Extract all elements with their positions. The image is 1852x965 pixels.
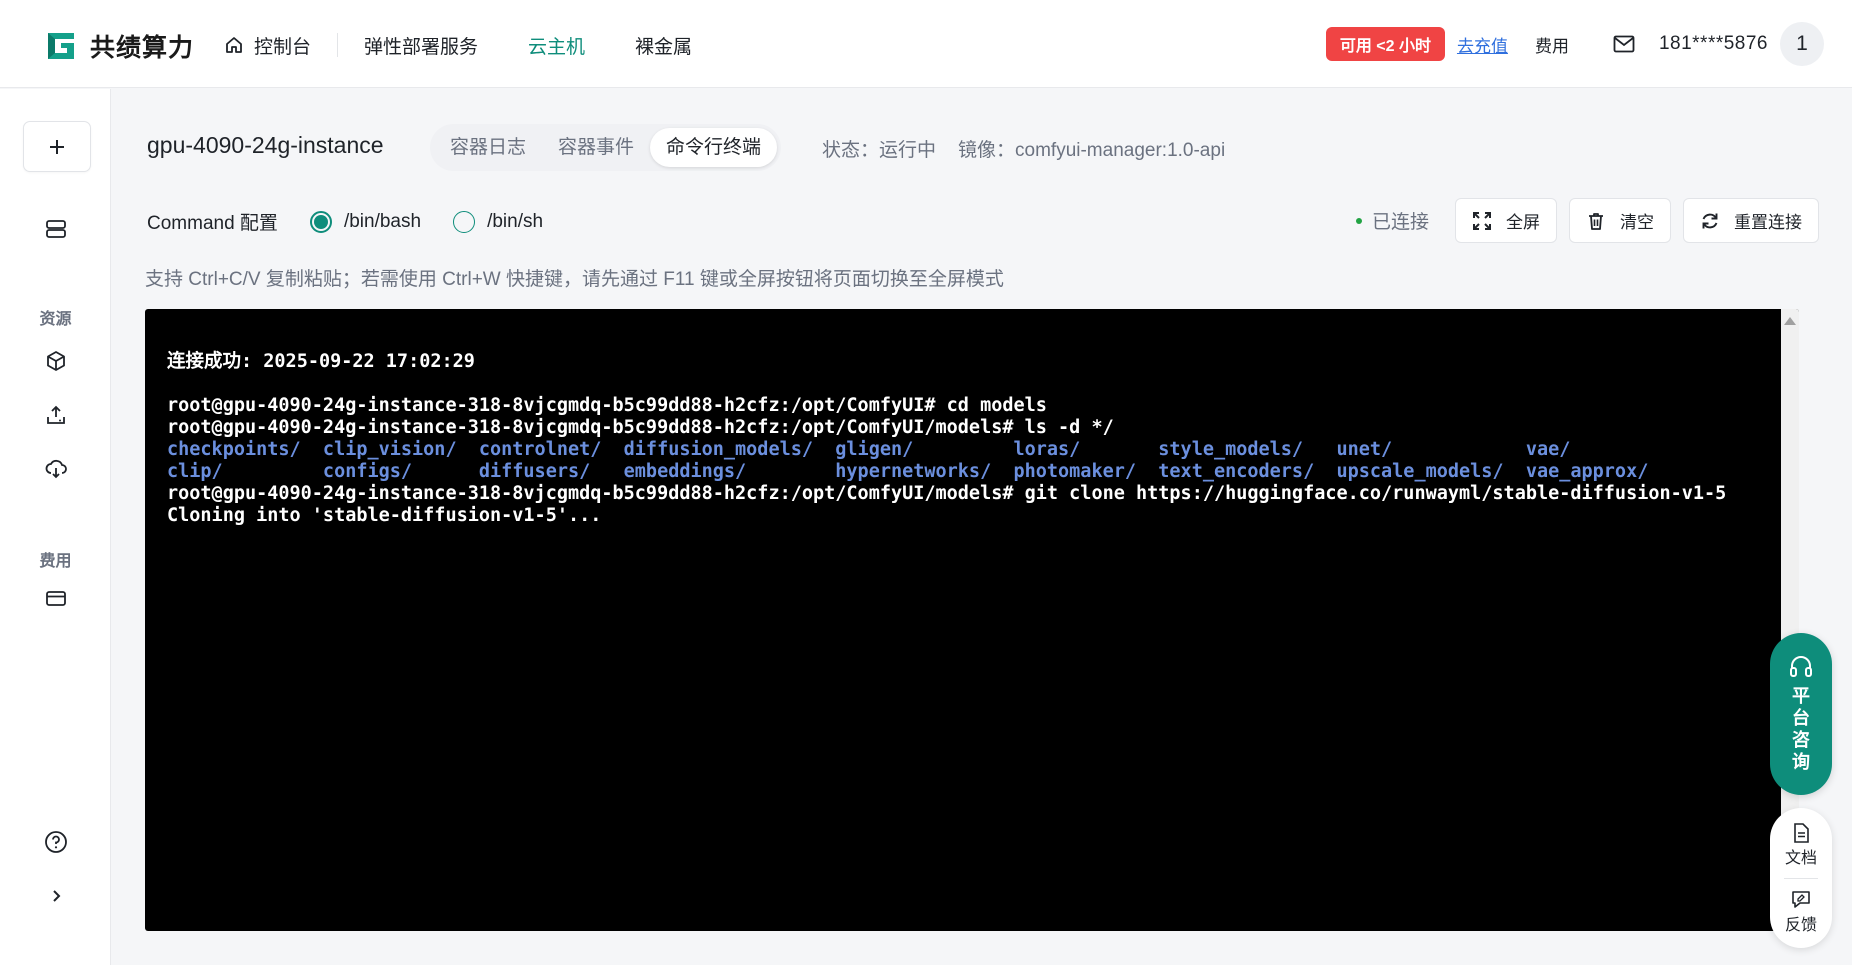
instance-name: gpu-4090-24g-instance: [147, 132, 384, 158]
radio-bash-indicator[interactable]: [309, 210, 332, 233]
nav-bare-metal-label: 裸金属: [635, 36, 693, 58]
consult-button[interactable]: 平台咨询: [1770, 633, 1832, 795]
terminal-line: Cloning into 'stable-diffusion-v1-5'...: [167, 505, 602, 526]
radio-sh-label: /bin/sh: [487, 210, 544, 232]
trash-icon: [1589, 212, 1603, 230]
nav-cloud-host-label: 云主机: [528, 36, 586, 58]
reconnect-button[interactable]: 重置连接: [1683, 198, 1819, 243]
nav-console-label: 控制台: [254, 36, 312, 58]
user-phone[interactable]: 181****5876: [1659, 33, 1768, 55]
radio-bash-label: /bin/bash: [343, 210, 422, 232]
terminal-hint: 支持 Ctrl+C/V 复制粘贴；若需使用 Ctrl+W 快捷键，请先通过 F1…: [145, 269, 1004, 290]
header-right-tools: 可用 <2 小时 去充值 费用 181****5876 1: [1325, 22, 1824, 66]
create-button[interactable]: [23, 121, 91, 172]
radio-sh[interactable]: /bin/sh: [453, 210, 544, 233]
docs-label: 文档: [1784, 850, 1817, 867]
terminal-connected-line: 连接成功: 2025-09-22 17:02:29: [167, 351, 475, 372]
radio-bash[interactable]: /bin/bash: [309, 210, 422, 233]
terminal-line: root@gpu-4090-24g-instance-318-8vjcgmdq-…: [167, 483, 1727, 504]
status-dot: [1355, 217, 1362, 224]
command-label: Command 配置: [147, 213, 278, 234]
clear-label: 清空: [1620, 213, 1654, 232]
terminal-actions: 已连接 全屏 清空 重置连接: [1355, 198, 1819, 243]
expand-sidebar-icon[interactable]: [43, 883, 69, 909]
brand-logo[interactable]: 共绩算力: [44, 28, 194, 64]
instance-image: 镜像：comfyui-manager:1.0-api: [958, 140, 1226, 161]
document-icon: [1794, 823, 1809, 843]
sidebar-section-fees: 费用: [39, 553, 72, 570]
instance-tabs: 容器日志 容器事件 命令行终端: [430, 124, 782, 171]
avatar[interactable]: 1: [1780, 22, 1824, 66]
terminal-line: root@gpu-4090-24g-instance-318-8vjcgmdq-…: [167, 417, 1114, 438]
clear-button[interactable]: 清空: [1569, 198, 1671, 243]
mail-icon[interactable]: [1613, 32, 1637, 56]
terminal-output: 连接成功: 2025-09-22 17:02:29 root@gpu-4090-2…: [167, 351, 1769, 527]
consult-label: 平台咨询: [1792, 686, 1810, 772]
sidebar-section-resources: 资源: [39, 311, 72, 328]
instance-meta: 状态：运行中 镜像：comfyui-manager:1.0-api: [822, 135, 1225, 162]
docs-divider: [1784, 878, 1818, 879]
plus-icon: [50, 139, 64, 154]
command-config: Command 配置 /bin/bash /bin/sh: [147, 208, 543, 235]
upload-icon[interactable]: [43, 402, 69, 428]
cube-icon[interactable]: [43, 348, 69, 374]
fullscreen-label: 全屏: [1506, 213, 1540, 232]
feedback-button[interactable]: 反馈: [1785, 889, 1817, 935]
tab-container-logs[interactable]: 容器日志: [434, 128, 542, 167]
connection-status: 已连接: [1355, 207, 1429, 234]
nav-console[interactable]: 控制台: [224, 32, 311, 59]
recharge-link[interactable]: 去充值: [1457, 32, 1508, 57]
connection-status-label: 已连接: [1371, 212, 1429, 233]
reconnect-label: 重置连接: [1734, 213, 1802, 232]
home-icon: [226, 37, 242, 53]
sidebar: 资源 费用: [0, 89, 111, 965]
docs-feedback-panel: 文档 反馈: [1770, 808, 1832, 948]
terminal-dir-row: clip/ configs/ diffusers/ embeddings/ hy…: [167, 461, 1649, 482]
cloud-sync-icon[interactable]: [43, 456, 69, 482]
nav-cloud-host[interactable]: 云主机: [528, 32, 585, 59]
fullscreen-button[interactable]: 全屏: [1455, 198, 1557, 243]
docs-button[interactable]: 文档: [1785, 822, 1817, 868]
main-nav: 控制台 弹性部署服务 云主机 裸金属: [224, 28, 692, 62]
headset-icon: [1790, 656, 1812, 677]
terminal-window[interactable]: 连接成功: 2025-09-22 17:02:29 root@gpu-4090-2…: [145, 309, 1799, 931]
nav-divider: [337, 33, 339, 57]
nav-elastic-deploy[interactable]: 弹性部署服务: [364, 32, 478, 59]
nav-bare-metal[interactable]: 裸金属: [635, 32, 692, 59]
feedback-icon: [1792, 891, 1810, 908]
fullscreen-icon: [1473, 211, 1491, 230]
availability-badge: 可用 <2 小时: [1325, 27, 1445, 61]
fee-link[interactable]: 费用: [1535, 32, 1569, 57]
instance-status: 状态：运行中: [822, 140, 937, 161]
brand-name: 共绩算力: [90, 34, 195, 62]
help-icon[interactable]: [43, 829, 69, 855]
nav-elastic-deploy-label: 弹性部署服务: [364, 36, 479, 58]
feedback-label: 反馈: [1784, 917, 1817, 934]
tab-container-events[interactable]: 容器事件: [542, 128, 650, 167]
refresh-icon: [1702, 213, 1718, 228]
terminal-line: root@gpu-4090-24g-instance-318-8vjcgmdq-…: [167, 395, 1047, 416]
server-icon[interactable]: [43, 216, 69, 242]
logo-icon: [48, 33, 74, 59]
tab-terminal[interactable]: 命令行终端: [650, 128, 778, 167]
terminal-dir-row: checkpoints/ clip_vision/ controlnet/ di…: [167, 439, 1571, 460]
scroll-up-arrow-icon[interactable]: [1784, 317, 1796, 325]
top-navbar: 共绩算力 控制台 弹性部署服务 云主机 裸金属 可用 <2 小时 去充值 费用 …: [0, 0, 1852, 88]
radio-sh-indicator[interactable]: [453, 210, 476, 233]
card-icon[interactable]: [43, 585, 69, 611]
